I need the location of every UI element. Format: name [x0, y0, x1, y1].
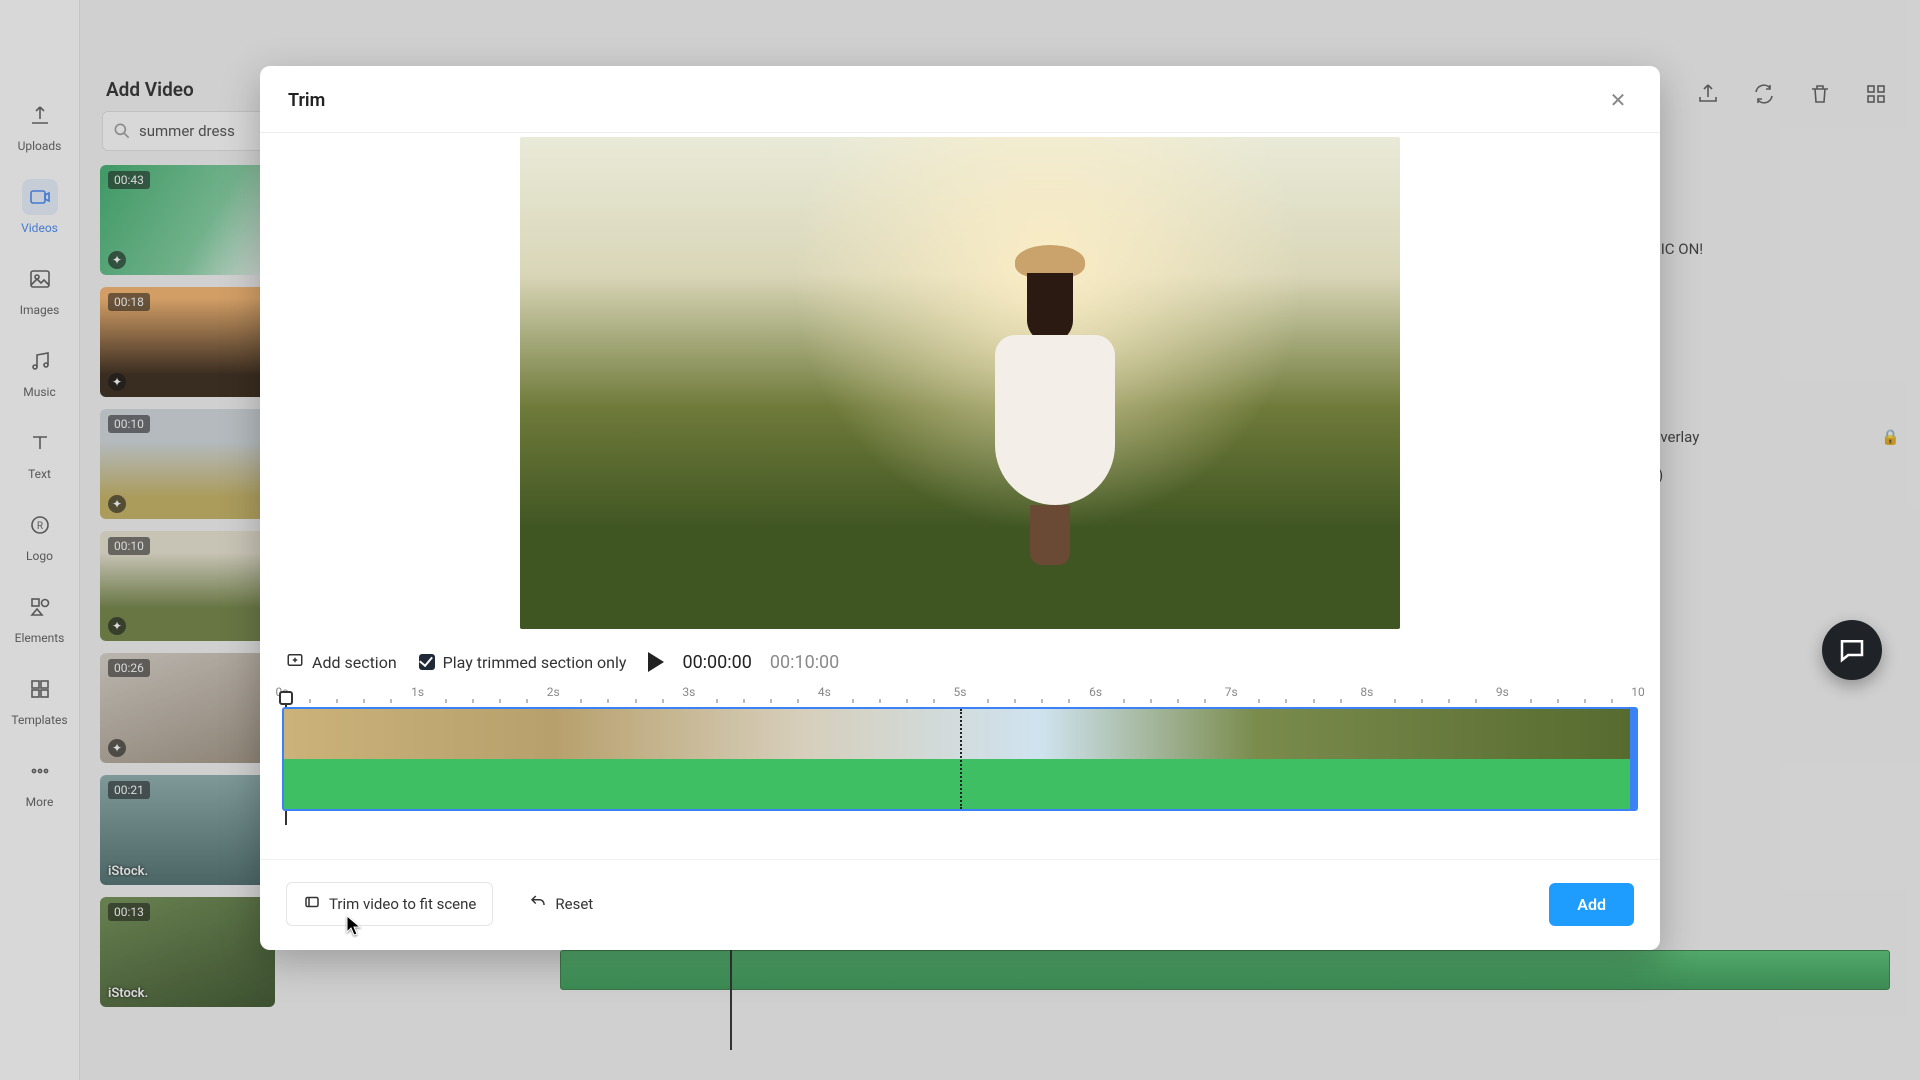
- play-trimmed-label: Play trimmed section only: [443, 653, 627, 672]
- trim-track[interactable]: [282, 707, 1638, 811]
- close-button[interactable]: ✕: [1604, 86, 1632, 114]
- add-section-label: Add section: [312, 653, 397, 672]
- add-button[interactable]: Add: [1549, 883, 1634, 926]
- fit-icon: [303, 893, 321, 915]
- ruler-label: 7s: [1225, 685, 1238, 699]
- play-trimmed-checkbox[interactable]: Play trimmed section only: [419, 653, 627, 672]
- trim-to-fit-button[interactable]: Trim video to fit scene: [286, 882, 493, 926]
- ruler-label: 9s: [1496, 685, 1509, 699]
- trim-timeline: 0s1s2s3s4s5s6s7s8s9s10: [260, 679, 1660, 811]
- undo-icon: [529, 893, 547, 915]
- timeline-ruler: 0s1s2s3s4s5s6s7s8s9s10: [282, 685, 1638, 705]
- ruler-label: 4s: [818, 685, 831, 699]
- ruler-label: 2s: [547, 685, 560, 699]
- ruler-label: 5s: [954, 685, 967, 699]
- ruler-label: 6s: [1089, 685, 1102, 699]
- video-preview-area: [260, 133, 1660, 633]
- time-total: 00:10:00: [770, 652, 839, 673]
- ruler-label: 3s: [682, 685, 695, 699]
- preview-subject: [995, 245, 1105, 545]
- trim-fit-label: Trim video to fit scene: [329, 895, 476, 913]
- time-current: 00:00:00: [682, 652, 751, 673]
- chat-fab[interactable]: [1822, 620, 1882, 680]
- reset-button[interactable]: Reset: [513, 883, 609, 925]
- add-section-icon: [286, 651, 304, 673]
- playhead-handle[interactable]: [279, 691, 293, 705]
- reset-label: Reset: [555, 895, 593, 913]
- trim-modal: Trim ✕ Add section Play trimmed section …: [260, 66, 1660, 950]
- trim-controls: Add section Play trimmed section only 00…: [260, 633, 1660, 679]
- modal-title: Trim: [288, 90, 325, 111]
- modal-footer: Trim video to fit scene Reset Add: [260, 859, 1660, 950]
- app-root: Uploads Videos Images Music Text R Logo …: [0, 0, 1920, 1080]
- scene-split-marker[interactable]: [960, 709, 962, 809]
- ruler-label: 8s: [1360, 685, 1373, 699]
- checkbox-checked-icon: [419, 654, 435, 670]
- add-section-button[interactable]: Add section: [286, 651, 397, 673]
- ruler-label: 1s: [411, 685, 424, 699]
- video-preview[interactable]: [520, 137, 1400, 629]
- play-button[interactable]: [648, 652, 664, 672]
- ruler-label: 10: [1631, 685, 1645, 699]
- trim-handle-right[interactable]: [1630, 707, 1638, 811]
